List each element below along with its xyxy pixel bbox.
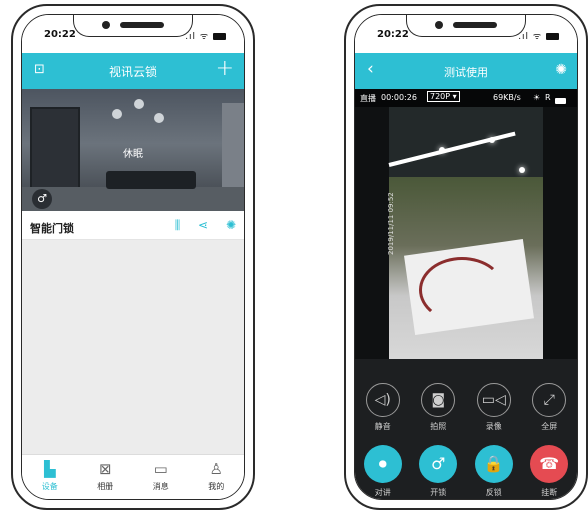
control-row-1: ◁) 静音 ◙ 拍照 ▭◁ 录像 ⤢ 全屏: [355, 383, 577, 432]
fullscreen-label: 全屏: [541, 422, 558, 431]
page-title: 视讯云锁: [108, 65, 157, 79]
brightness-icon[interactable]: ☀: [533, 93, 540, 102]
mute-button[interactable]: ◁) 静音: [359, 383, 407, 432]
device-row[interactable]: 智能门锁 ⫼ ⋖ ✺: [22, 213, 244, 240]
right-screen: 20:22 .ıl ᯤ ‹ 测试使用 ✺ 2019/11/11 09:52 直播: [354, 14, 578, 500]
elapsed-time: 00:00:26: [381, 93, 417, 102]
tab-label: 消息: [152, 482, 169, 491]
video-timestamp: 2019/11/11 09:52: [387, 192, 395, 255]
sleep-status: 休眠: [123, 149, 143, 160]
hangup-label: 挂断: [541, 488, 558, 497]
lamp-decor: [154, 113, 164, 123]
battery-icon: [546, 33, 559, 40]
device-icon: ▙: [43, 460, 56, 478]
device-actions: ⫼ ⋖ ✺: [161, 218, 236, 233]
snapshot-button[interactable]: ◙ 拍照: [414, 383, 462, 432]
gear-icon[interactable]: ✺: [226, 218, 236, 232]
lock-icon: 🔒: [474, 445, 513, 483]
status-time: 20:22: [44, 29, 76, 40]
video-feed: 2019/11/11 09:52: [387, 107, 543, 359]
tab-label: 相册: [97, 482, 114, 491]
camera-preview[interactable]: 休眠 ♂: [22, 89, 244, 211]
lamp-decor: [112, 109, 122, 119]
tab-bar: ▙ 设备 ⊠ 相册 ▭ 消息 ♙ 我的: [22, 454, 244, 499]
mute-label: 静音: [374, 422, 391, 431]
key-icon[interactable]: ♂: [32, 189, 52, 209]
status-bar: 20:22 .ıl ᯤ: [22, 15, 244, 57]
lamp-decor: [134, 99, 144, 109]
device-name: 智能门锁: [30, 222, 74, 235]
left-screen: 20:22 .ıl ᯤ ⊡ 视讯云锁 + 休眠 ♂ 智能门锁 ⫼ ⋖ ✺ ▙ 设…: [21, 14, 245, 500]
user-icon: ♙: [209, 460, 223, 478]
tab-album[interactable]: ⊠ 相册: [78, 455, 134, 499]
video-info-bar: 直播 00:00:26 720P ▾ 69KB/s ☀ R: [355, 89, 577, 107]
live-video[interactable]: 2019/11/11 09:52 直播 00:00:26 720P ▾ 69KB…: [355, 89, 577, 359]
signal-icon: .ıl ᯤ: [185, 29, 226, 42]
key-icon: ♂: [419, 445, 458, 483]
status-time: 20:22: [377, 29, 409, 40]
phone-icon: ☎: [530, 445, 569, 483]
light-decor: [489, 137, 495, 143]
app-header: ⊡ 视讯云锁 +: [22, 53, 244, 89]
control-row-2: ⏺ 对讲 ♂ 开锁 🔒 反锁 ☎ 挂断: [355, 445, 577, 498]
control-panel: ◁) 静音 ◙ 拍照 ▭◁ 录像 ⤢ 全屏 ⏺ 对讲 ♂ 开锁 🔒 反锁 ☎ 挂…: [355, 359, 577, 499]
status-bar: 20:22 .ıl ᯤ: [355, 15, 577, 57]
share-icon[interactable]: ⋖: [198, 218, 208, 232]
quality-select[interactable]: 720P ▾: [427, 91, 460, 102]
page-title: 测试使用: [444, 66, 488, 79]
tab-devices[interactable]: ▙ 设备: [22, 455, 78, 499]
notch: [406, 15, 526, 37]
live-label: 直播: [360, 94, 376, 103]
talk-label: 对讲: [374, 488, 391, 497]
deadlock-label: 反锁: [485, 488, 502, 497]
video-icon: ▭◁: [476, 383, 511, 417]
tab-messages[interactable]: ▭ 消息: [133, 455, 189, 499]
light-decor: [439, 147, 445, 153]
app-header: ‹ 测试使用 ✺: [355, 53, 577, 89]
unlock-button[interactable]: ♂ 开锁: [414, 445, 462, 498]
microphone-icon: ⏺: [363, 445, 402, 483]
expand-icon: ⤢: [532, 383, 567, 417]
unlock-label: 开锁: [430, 488, 447, 497]
message-icon: ▭: [153, 460, 168, 478]
deadlock-button[interactable]: 🔒 反锁: [470, 445, 518, 498]
record-label: 录像: [485, 422, 502, 431]
left-phone: 20:22 .ıl ᯤ ⊡ 视讯云锁 + 休眠 ♂ 智能门锁 ⫼ ⋖ ✺ ▙ 设…: [11, 4, 255, 510]
notch: [73, 15, 193, 37]
bitrate: 69KB/s: [493, 93, 521, 102]
tab-label: 我的: [208, 482, 225, 491]
album-icon: ⊠: [98, 460, 112, 478]
settings-sliders-icon[interactable]: ⫼: [175, 218, 181, 232]
record-button[interactable]: ▭◁ 录像: [470, 383, 518, 432]
floor-decor: [22, 187, 244, 211]
gear-icon[interactable]: ✺: [555, 62, 567, 78]
hangup-button[interactable]: ☎ 挂断: [525, 445, 573, 498]
speaker-icon: ◁): [365, 383, 400, 417]
tab-label: 设备: [41, 482, 58, 491]
cable-decor: [419, 257, 505, 323]
right-phone: 20:22 .ıl ᯤ ‹ 测试使用 ✺ 2019/11/11 09:52 直播: [344, 4, 588, 510]
talk-button[interactable]: ⏺ 对讲: [359, 445, 407, 498]
battery-icon: [213, 33, 226, 40]
device-list-area: [22, 240, 244, 455]
light-decor: [519, 167, 525, 173]
tab-me[interactable]: ♙ 我的: [189, 455, 245, 499]
fullscreen-button[interactable]: ⤢ 全屏: [525, 383, 573, 432]
rec-indicator: R: [545, 93, 551, 102]
sofa-decor: [106, 171, 196, 189]
camera-icon: ◙: [421, 383, 456, 417]
snapshot-label: 拍照: [430, 422, 447, 431]
signal-icon: .ıl ᯤ: [518, 29, 559, 42]
add-button[interactable]: +: [216, 56, 234, 81]
